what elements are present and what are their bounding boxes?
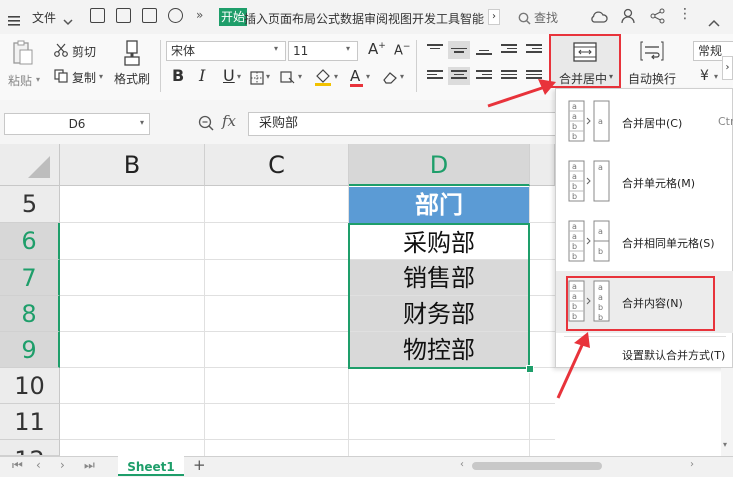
annotation-arrows [487,79,590,399]
sheet-bar: ⏮ ‹ › ⏭ Sheet1 + ‹ › [0,456,733,477]
sheet-tab-sheet1[interactable]: Sheet1 [118,456,184,476]
sheet-tab-label: Sheet1 [127,460,175,474]
arrow-to-merge-button [487,84,549,108]
vertical-scrollbar[interactable]: ▾ [721,368,733,456]
scroll-thumb[interactable] [472,462,602,470]
scroll-left-icon[interactable]: ‹ [460,459,464,470]
first-sheet-icon[interactable]: ⏮ [12,458,23,473]
horizontal-scrollbar[interactable]: ‹ › [400,459,700,471]
scroll-right-icon[interactable]: › [690,459,694,470]
last-sheet-icon[interactable]: ⏭ [84,458,95,473]
scroll-down-icon[interactable]: ▾ [723,440,727,449]
add-sheet-button[interactable]: + [193,456,206,474]
arrow-to-merge-content [556,342,585,399]
next-sheet-icon[interactable]: › [60,458,65,472]
prev-sheet-icon[interactable]: ‹ [36,458,41,472]
